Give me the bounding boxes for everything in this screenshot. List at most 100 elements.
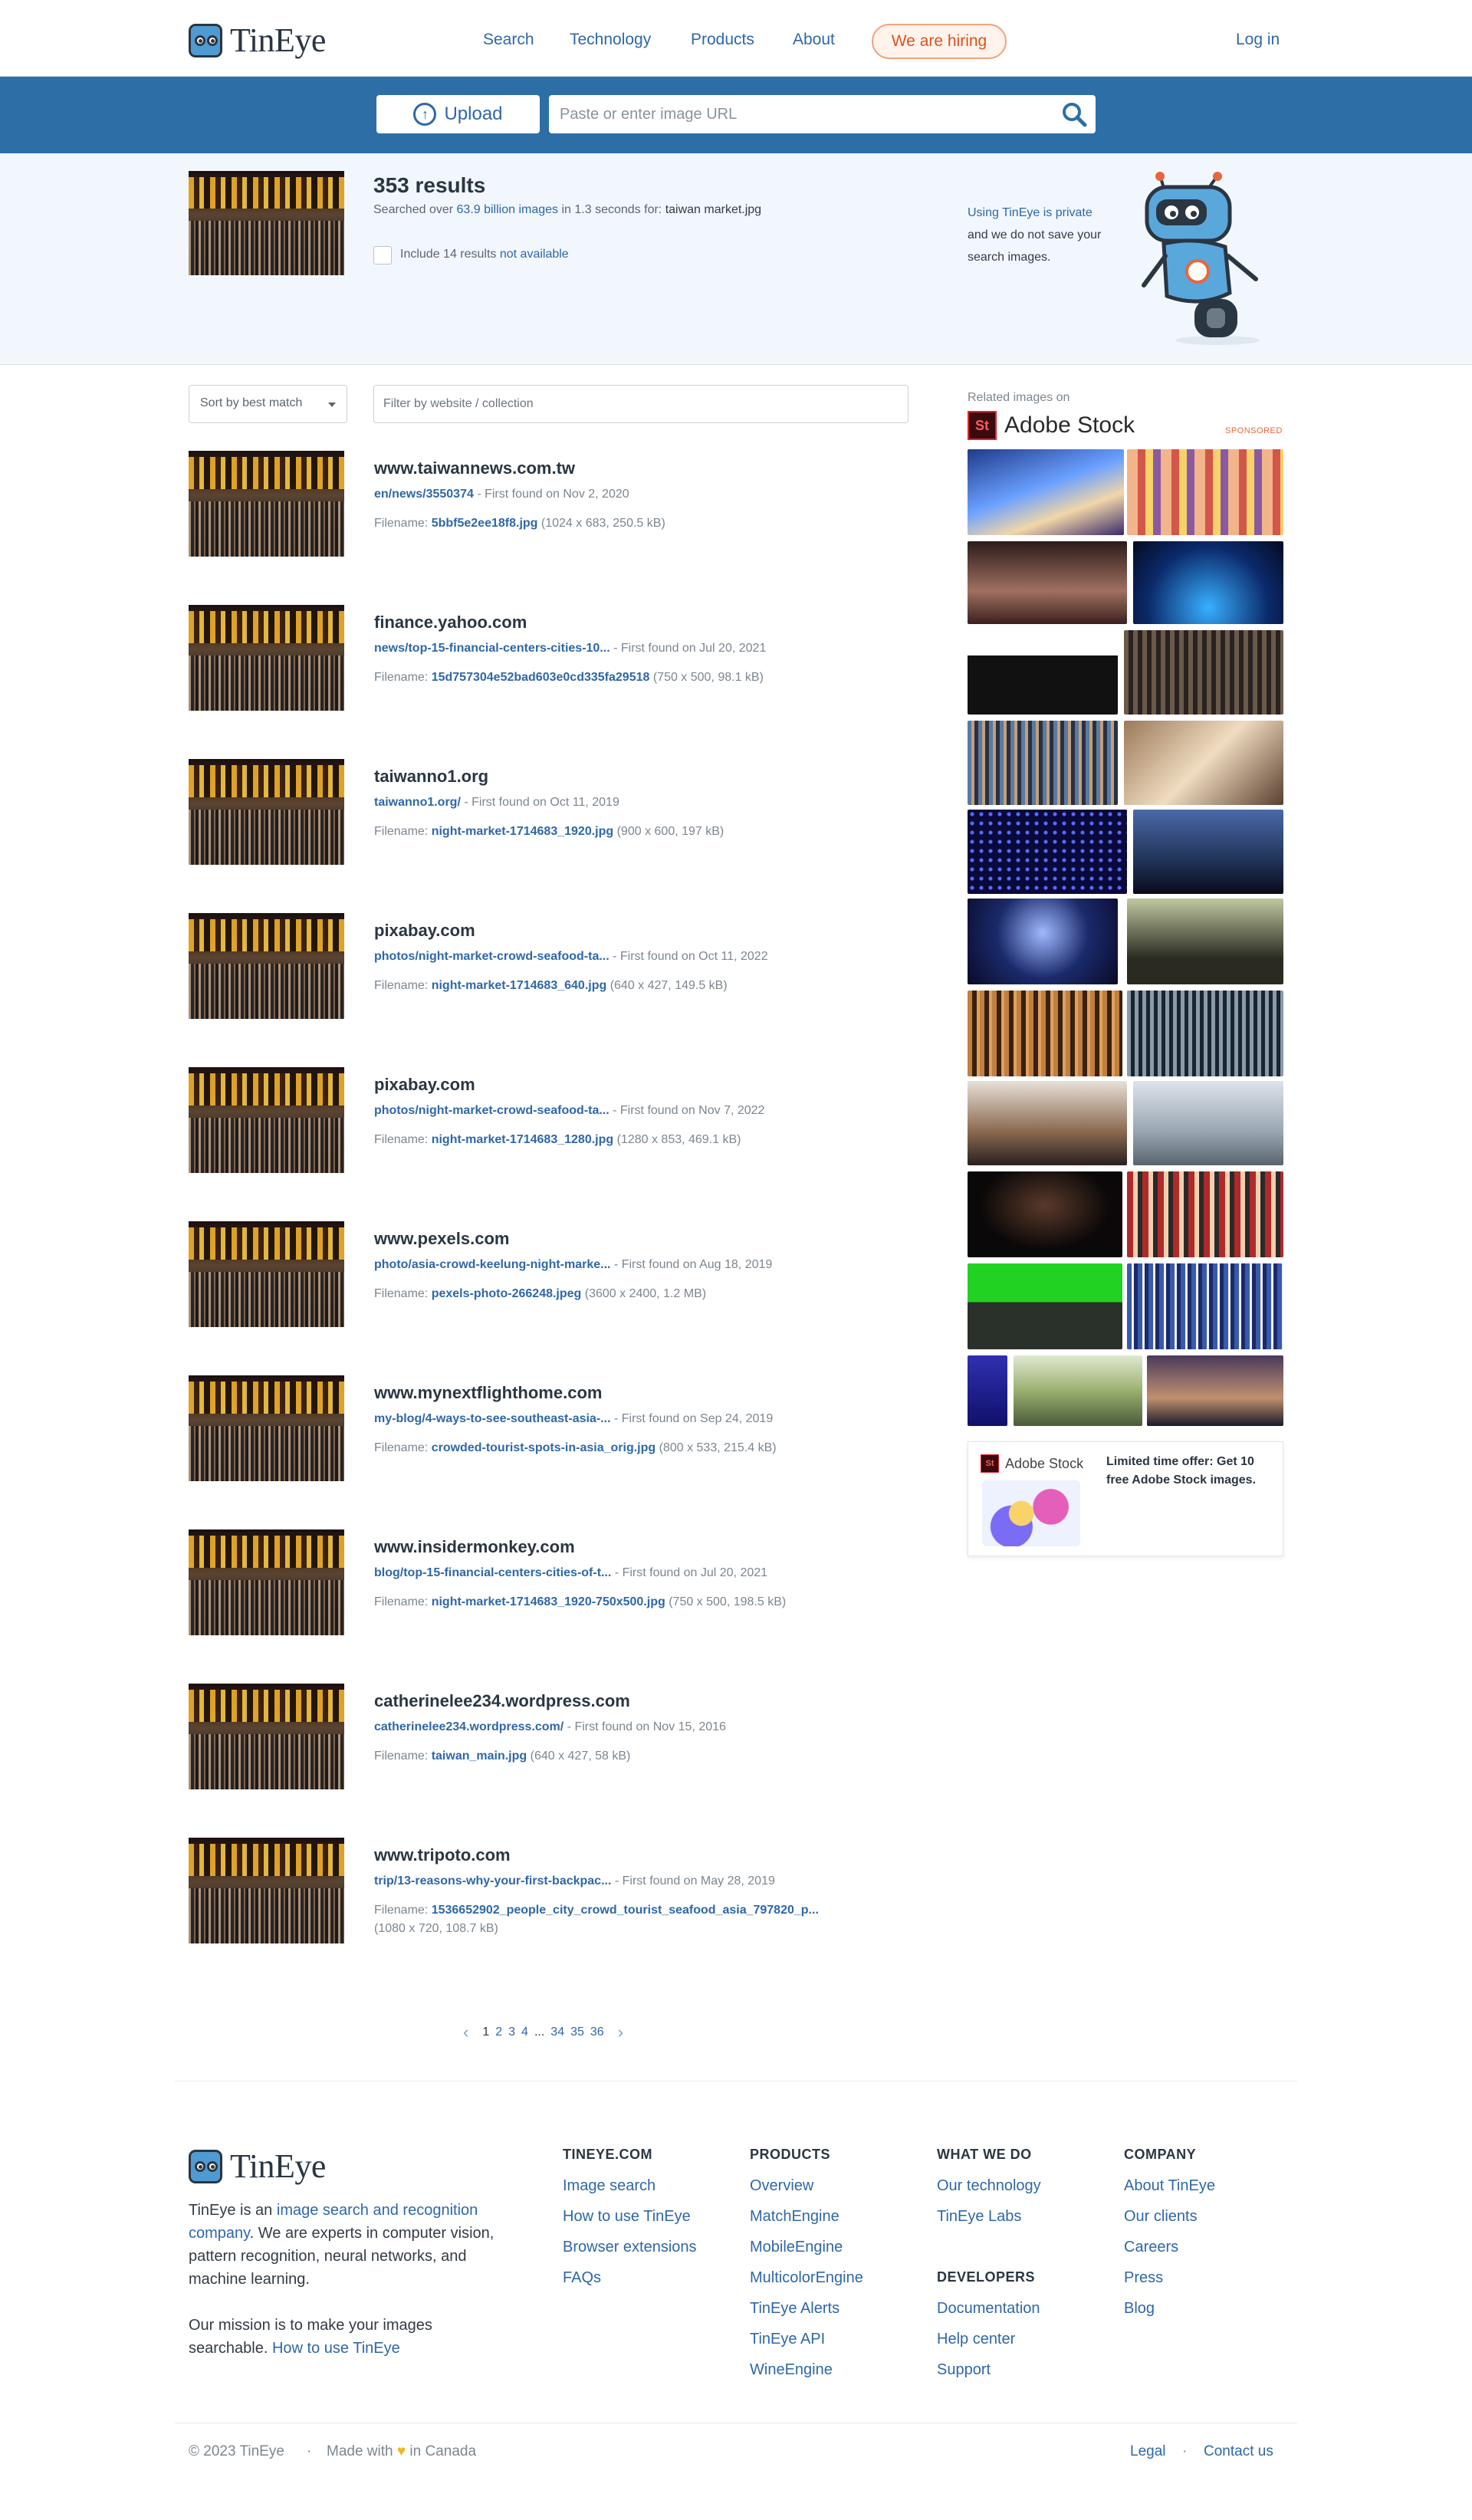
related-image-tile[interactable]	[1127, 449, 1283, 535]
footer-link[interactable]: TinEye Alerts	[750, 2300, 840, 2318]
footer-link[interactable]: Documentation	[937, 2300, 1040, 2318]
footer-link[interactable]: MobileEngine	[750, 2239, 843, 2256]
footer-link[interactable]: Our clients	[1124, 2208, 1198, 2226]
related-image-tile[interactable]	[1127, 1263, 1283, 1349]
result-thumbnail[interactable]	[189, 1838, 344, 1943]
nav-search[interactable]: Search	[483, 31, 534, 49]
how-to-use-tineye-link[interactable]: How to use TinEye	[272, 2340, 400, 2357]
footer-link[interactable]: Image search	[563, 2177, 656, 2195]
result-thumbnail[interactable]	[189, 759, 344, 865]
footer-link[interactable]: Browser extensions	[563, 2239, 697, 2256]
result-filename-link[interactable]: night-market-1714683_640.jpg	[432, 979, 607, 992]
related-image-tile[interactable]	[1124, 630, 1283, 715]
result-filename-link[interactable]: taiwan_main.jpg	[432, 1750, 527, 1763]
sort-dropdown[interactable]: Sort by best match	[189, 385, 347, 423]
page-35[interactable]: 35	[570, 2026, 584, 2039]
result-thumbnail[interactable]	[189, 1684, 344, 1789]
result-thumbnail[interactable]	[189, 451, 344, 557]
include-unavailable-checkbox[interactable]	[373, 246, 392, 264]
related-image-tile[interactable]	[1133, 810, 1283, 894]
result-page-link[interactable]: taiwanno1.org/	[374, 796, 461, 809]
related-image-tile[interactable]	[968, 721, 1118, 805]
result-site-link[interactable]: www.tripoto.com	[374, 1845, 511, 1865]
result-filename-link[interactable]: 15d757304e52bad603e0cd335fa29518	[432, 671, 650, 684]
result-thumbnail[interactable]	[189, 1529, 344, 1635]
page-2[interactable]: 2	[495, 2026, 502, 2039]
footer-link[interactable]: How to use TinEye	[563, 2208, 691, 2226]
footer-link[interactable]: MatchEngine	[750, 2208, 840, 2226]
related-image-tile[interactable]	[968, 1263, 1122, 1349]
result-thumbnail[interactable]	[189, 1067, 344, 1173]
page-3[interactable]: 3	[508, 2026, 515, 2039]
prev-page-icon[interactable]: ‹	[463, 2022, 468, 2042]
nav-about[interactable]: About	[793, 31, 835, 49]
result-thumbnail[interactable]	[189, 1375, 344, 1481]
tineye-logo[interactable]: TinEye	[189, 21, 326, 60]
not-available-link[interactable]: not available	[500, 248, 569, 261]
related-image-tile[interactable]	[968, 1081, 1127, 1165]
related-image-tile[interactable]	[968, 810, 1127, 894]
related-image-tile[interactable]	[1133, 541, 1283, 624]
page-4[interactable]: 4	[521, 2026, 528, 2039]
nav-technology[interactable]: Technology	[570, 31, 651, 49]
footer-link[interactable]: Overview	[750, 2177, 813, 2195]
result-page-link[interactable]: catherinelee234.wordpress.com/	[374, 1720, 564, 1733]
footer-link[interactable]: Our technology	[937, 2177, 1041, 2195]
related-image-tile[interactable]	[968, 449, 1124, 535]
filter-input[interactable]	[373, 385, 909, 423]
related-image-tile[interactable]	[968, 541, 1127, 624]
related-image-tile[interactable]	[968, 991, 1122, 1076]
page-34[interactable]: 34	[550, 2026, 564, 2039]
footer-link[interactable]: FAQs	[563, 2269, 601, 2287]
privacy-link[interactable]: Using TinEye is private	[968, 206, 1092, 219]
result-page-link[interactable]: my-blog/4-ways-to-see-southeast-asia-...	[374, 1412, 611, 1425]
result-site-link[interactable]: www.mynextflighthome.com	[374, 1383, 602, 1403]
next-page-icon[interactable]: ›	[618, 2022, 623, 2042]
nav-products[interactable]: Products	[691, 31, 754, 49]
result-filename-link[interactable]: 5bbf5e2ee18f8.jpg	[432, 517, 538, 530]
billion-images-link[interactable]: 63.9 billion images	[457, 203, 559, 216]
footer-link[interactable]: Careers	[1124, 2239, 1178, 2256]
result-site-link[interactable]: taiwanno1.org	[374, 767, 488, 787]
login-link[interactable]: Log in	[1236, 31, 1280, 49]
result-thumbnail[interactable]	[189, 913, 344, 1019]
related-image-tile[interactable]	[1014, 1355, 1142, 1426]
related-image-tile[interactable]	[968, 1355, 1007, 1426]
footer-link[interactable]: Blog	[1124, 2300, 1155, 2318]
related-image-tile[interactable]	[1147, 1355, 1283, 1426]
result-filename-link[interactable]: crowded-tourist-spots-in-asia_orig.jpg	[432, 1441, 656, 1454]
upload-button[interactable]: ↑ Upload	[376, 95, 540, 133]
footer-link[interactable]: Support	[937, 2361, 991, 2379]
footer-link[interactable]: TinEye API	[750, 2331, 825, 2348]
legal-link[interactable]: Legal	[1130, 2443, 1166, 2460]
result-site-link[interactable]: finance.yahoo.com	[374, 613, 527, 632]
we-are-hiring-button[interactable]: We are hiring	[872, 24, 1007, 59]
page-36[interactable]: 36	[590, 2026, 604, 2039]
footer-link[interactable]: About TinEye	[1124, 2177, 1215, 2195]
related-image-tile[interactable]	[1124, 721, 1283, 805]
adobe-stock-logo[interactable]: St Adobe Stock	[968, 411, 1135, 440]
result-page-link[interactable]: news/top-15-financial-centers-cities-10.…	[374, 642, 610, 655]
result-site-link[interactable]: www.taiwannews.com.tw	[374, 458, 575, 478]
result-page-link[interactable]: photos/night-market-crowd-seafood-ta...	[374, 950, 610, 963]
result-site-link[interactable]: pixabay.com	[374, 921, 475, 941]
result-thumbnail[interactable]	[189, 1221, 344, 1327]
result-filename-link[interactable]: night-market-1714683_1920.jpg	[432, 825, 613, 838]
result-filename-link[interactable]: night-market-1714683_1920-750x500.jpg	[432, 1595, 665, 1608]
related-image-tile[interactable]	[1127, 1171, 1283, 1257]
footer-tineye-logo[interactable]: TinEye	[189, 2147, 326, 2186]
result-filename-link[interactable]: night-market-1714683_1280.jpg	[432, 1133, 613, 1146]
result-site-link[interactable]: catherinelee234.wordpress.com	[374, 1691, 630, 1711]
result-page-link[interactable]: en/news/3550374	[374, 488, 474, 501]
footer-link[interactable]: MulticolorEngine	[750, 2269, 863, 2287]
footer-link[interactable]: TinEye Labs	[937, 2208, 1021, 2226]
related-image-tile[interactable]	[1127, 899, 1283, 984]
result-filename-link[interactable]: 1536652902_people_city_crowd_tourist_sea…	[432, 1904, 819, 1917]
search-icon[interactable]	[1061, 101, 1087, 127]
result-filename-link[interactable]: pexels-photo-266248.jpeg	[432, 1287, 582, 1300]
result-page-link[interactable]: photos/night-market-crowd-seafood-ta...	[374, 1104, 610, 1117]
related-image-tile[interactable]	[968, 899, 1118, 984]
related-image-tile[interactable]	[1133, 1081, 1283, 1165]
result-page-link[interactable]: photo/asia-crowd-keelung-night-marke...	[374, 1258, 610, 1271]
result-site-link[interactable]: www.pexels.com	[374, 1229, 509, 1249]
